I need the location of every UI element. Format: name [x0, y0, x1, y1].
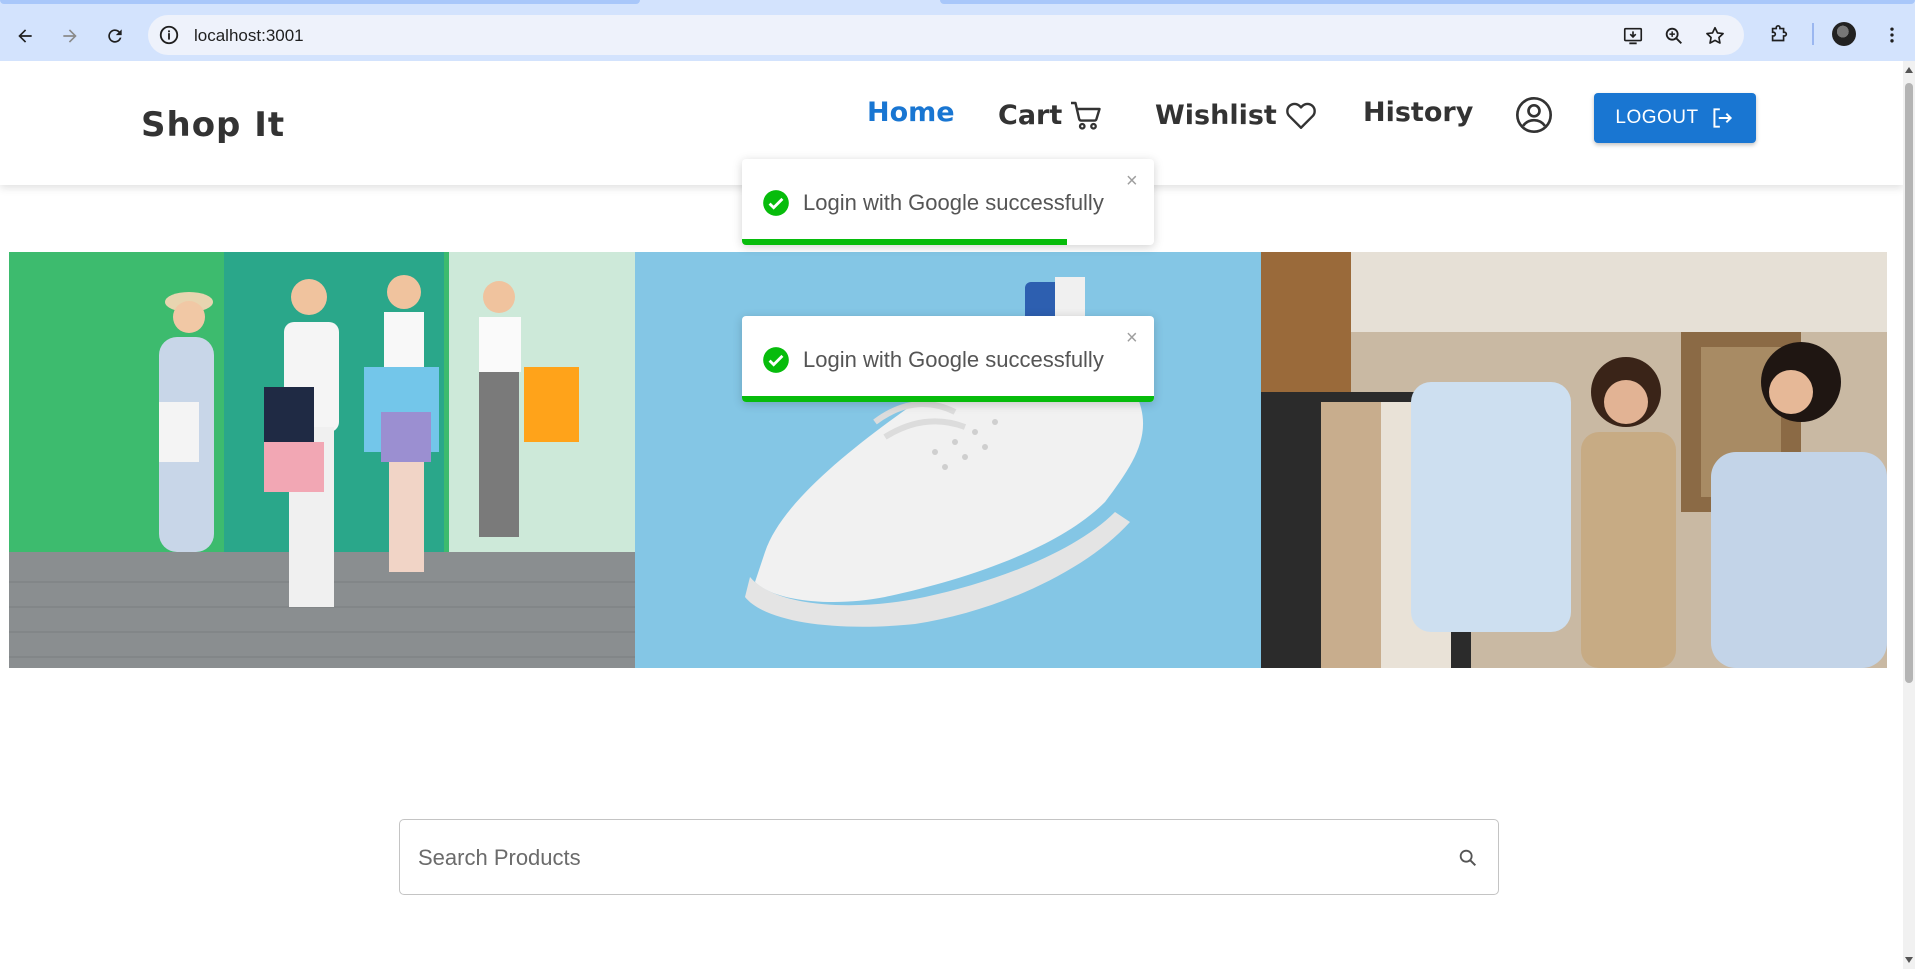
browser-menu-button[interactable] [1878, 21, 1906, 49]
back-button[interactable] [11, 22, 39, 50]
arrow-left-icon [18, 29, 32, 43]
cart-icon [1071, 101, 1101, 130]
logout-label: LOGOUT [1615, 107, 1699, 128]
toast-notification: Login with Google successfully × [742, 316, 1154, 402]
browser-tab[interactable] [0, 0, 640, 4]
url-text[interactable]: localhost:3001 [194, 26, 304, 46]
site-logo[interactable]: Shop It [141, 105, 285, 145]
nav-cart-label: Cart [998, 99, 1063, 131]
toolbar-separator [1812, 23, 1814, 45]
bookmark-star-icon[interactable] [1704, 25, 1726, 47]
toast-close-button[interactable]: × [1126, 171, 1138, 191]
forward-button[interactable] [56, 22, 84, 50]
browser-chrome: localhost:3001 [0, 0, 1915, 61]
nav-cart[interactable]: Cart [998, 97, 1104, 133]
shoppers-illustration [9, 252, 635, 668]
success-check-icon [763, 190, 789, 216]
toast-progress-bar [742, 396, 1154, 402]
store-illustration [1261, 252, 1887, 668]
nav-wishlist[interactable]: Wishlist [1155, 97, 1319, 133]
scroll-up-arrow-icon[interactable] [1905, 67, 1913, 73]
scroll-down-arrow-icon[interactable] [1905, 957, 1913, 963]
banner-image-sneaker [635, 252, 1261, 668]
kebab-menu-icon [1890, 27, 1894, 43]
success-check-icon [763, 347, 789, 373]
site-info-icon[interactable] [158, 24, 180, 46]
search-field[interactable] [399, 819, 1499, 895]
page-scrollbar[interactable] [1903, 61, 1915, 969]
extensions-button[interactable] [1765, 21, 1793, 49]
scrollbar-thumb[interactable] [1905, 83, 1913, 683]
browser-tab[interactable] [940, 0, 1915, 4]
search-icon[interactable] [1457, 847, 1479, 869]
browser-toolbar: localhost:3001 [0, 10, 1915, 61]
logout-icon [1713, 108, 1732, 128]
heart-icon [1285, 102, 1316, 129]
reload-button[interactable] [101, 22, 129, 50]
toast-close-button[interactable]: × [1126, 328, 1138, 348]
banner-image-shoppers [9, 252, 635, 668]
nav-history[interactable]: History [1363, 97, 1473, 128]
install-app-icon[interactable] [1622, 25, 1644, 47]
banner-image-store [1261, 252, 1887, 668]
arrow-right-icon [63, 29, 77, 43]
nav-wishlist-label: Wishlist [1155, 99, 1277, 131]
toast-notification: Login with Google successfully × [742, 159, 1154, 245]
puzzle-icon [1771, 25, 1788, 42]
nav-home[interactable]: Home [867, 97, 955, 128]
logout-button[interactable]: LOGOUT [1594, 93, 1756, 143]
address-bar[interactable]: localhost:3001 [148, 15, 1744, 55]
search-input[interactable] [418, 838, 1418, 878]
toast-message: Login with Google successfully [803, 190, 1104, 215]
reload-icon [108, 29, 122, 43]
profile-avatar[interactable] [1832, 22, 1856, 46]
toast-progress-bar [742, 239, 1068, 245]
tab-strip [0, 0, 1915, 10]
nav-home-label: Home [867, 97, 955, 128]
toast-message: Login with Google successfully [803, 347, 1104, 372]
account-circle-icon[interactable] [1514, 95, 1554, 135]
nav-history-label: History [1363, 97, 1474, 128]
zoom-icon[interactable] [1663, 25, 1685, 47]
page-content: Shop It Home Cart Wishlist History LOGOU… [0, 61, 1903, 969]
sneaker-illustration [635, 252, 1261, 668]
hero-banner [9, 252, 1888, 668]
